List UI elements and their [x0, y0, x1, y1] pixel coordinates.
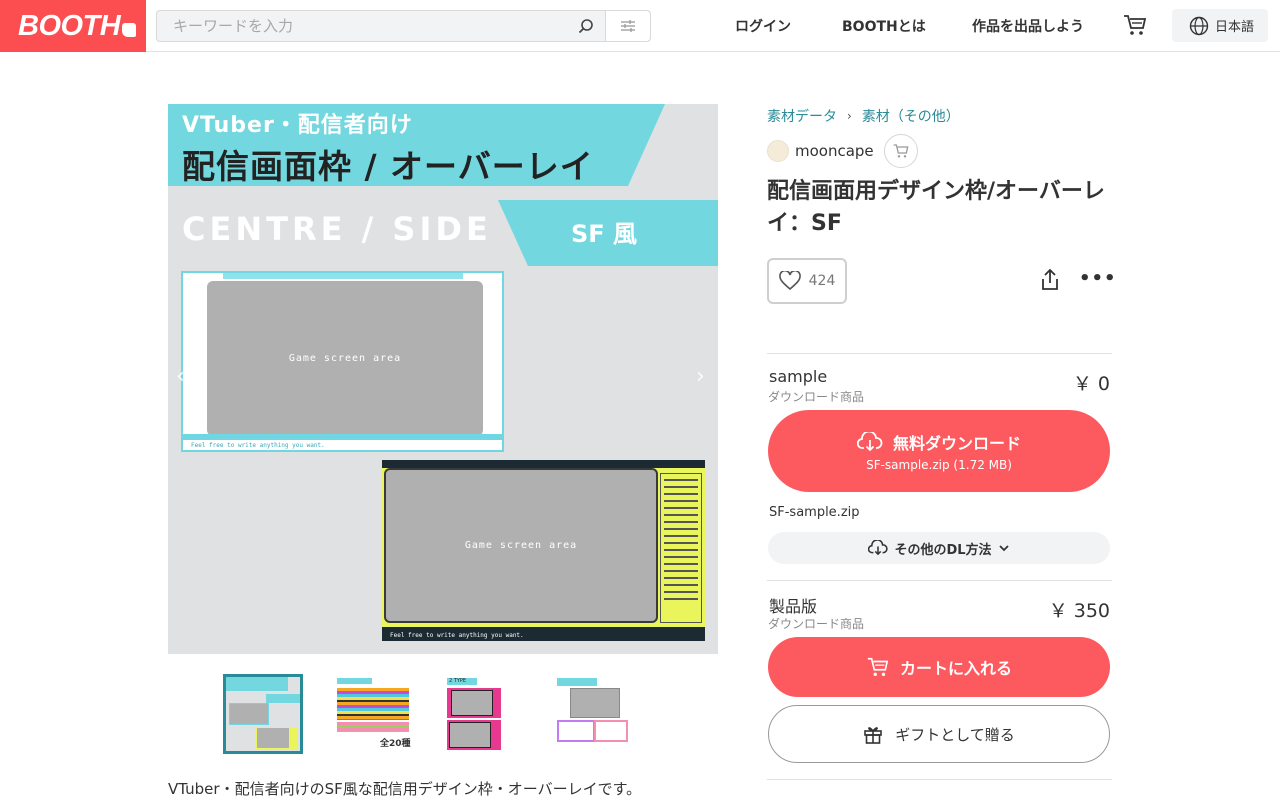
search-input[interactable] [157, 11, 567, 41]
cart-button[interactable] [1123, 13, 1147, 41]
game-area-label: Game screen area [464, 540, 578, 551]
breadcrumb: 素材データ › 素材（その他） [767, 106, 960, 126]
breadcrumb-category[interactable]: 素材データ [767, 106, 837, 126]
booth-logo[interactable]: BOOTH [0, 0, 146, 52]
cart-icon [893, 144, 909, 158]
overlay-strip [183, 434, 502, 440]
variation-type: ダウンロード商品 [768, 390, 865, 404]
filter-button[interactable] [605, 11, 650, 41]
shop-cart-button[interactable] [883, 134, 918, 168]
search-icon [578, 19, 593, 34]
game-screen-area: Game screen area [207, 281, 483, 436]
about-booth-link[interactable]: BOOTHとは [842, 16, 926, 36]
overlay-top-bar [382, 460, 705, 468]
thumbnail-type-label: 2 TYPE [447, 678, 477, 685]
variation-price: ￥ 0 [1072, 373, 1110, 395]
main-product-image[interactable]: VTuber・配信者向け 配信画面枠 / オーバーレイ CENTRE / SID… [168, 104, 718, 654]
thumbnail-2[interactable]: 全20種 [334, 674, 414, 754]
layout-text: CENTRE / SIDE [182, 210, 492, 248]
cyan-overlay-preview: Game screen area Feel free to write anyt… [181, 271, 504, 452]
divider [767, 353, 1112, 354]
variation-type: ダウンロード商品 [768, 617, 865, 631]
logo-text: BOOTH [18, 9, 121, 42]
language-label: 日本語 [1215, 20, 1255, 35]
download-file-info: SF-sample.zip (1.72 MB) [866, 458, 1012, 472]
gift-icon [864, 727, 883, 744]
other-download-methods-button[interactable]: その他のDL方法 [768, 532, 1110, 564]
variation-name: sample [769, 367, 828, 386]
yellow-overlay-preview: Game screen area Feel free to write anyt… [382, 460, 705, 641]
thumbnail-1[interactable] [223, 674, 303, 754]
banner-subtitle: VTuber・配信者向け [182, 113, 413, 138]
thumbnail-count-label: 全20種 [380, 739, 411, 749]
thumbnail-4[interactable] [554, 674, 634, 754]
prev-image-arrow[interactable]: ‹ [176, 364, 185, 389]
ellipsis-icon: ••• [1079, 268, 1117, 289]
thumbnail-3[interactable]: 2 TYPE [444, 674, 524, 754]
gift-label: ギフトとして贈る [895, 725, 1015, 744]
gift-button[interactable]: ギフトとして贈る [768, 705, 1110, 763]
share-icon [1042, 268, 1058, 290]
other-dl-label: その他のDL方法 [894, 542, 992, 558]
language-selector[interactable]: 日本語 [1172, 9, 1268, 42]
cloud-download-icon [856, 432, 883, 452]
heart-icon [778, 271, 801, 291]
product-title: 配信画面用デザイン枠/オーバーレイ：SF [767, 179, 1105, 236]
next-image-arrow[interactable]: › [696, 364, 705, 389]
sell-link[interactable]: 作品を出品しよう [972, 16, 1084, 36]
dog-icon [122, 23, 137, 37]
breadcrumb-subcategory[interactable]: 素材（その他） [862, 106, 960, 126]
login-link[interactable]: ログイン [735, 16, 791, 36]
chevron-down-icon [998, 545, 1009, 552]
like-button[interactable]: 424 [767, 258, 847, 304]
overlay-top-bar [223, 273, 463, 279]
site-header: BOOTH ログイン BOOTHとは 作品を出品しよう 日本語 [0, 0, 1280, 52]
add-to-cart-button[interactable]: カートに入れる [768, 637, 1110, 697]
search-button[interactable] [567, 11, 605, 41]
overlay-tagline: Feel free to write anything you want. [191, 442, 325, 449]
filter-icon [621, 20, 635, 32]
shop-avatar[interactable] [767, 140, 789, 162]
search-bar [156, 10, 651, 42]
cloud-download-icon [868, 540, 889, 556]
style-text: SF 風 [571, 220, 638, 248]
game-area-label: Game screen area [288, 353, 402, 364]
chat-panel [660, 473, 702, 623]
product-description: VTuber・配信者向けのSF風な配信用デザイン枠・オーバーレイです。 [168, 780, 642, 798]
shop-name-link[interactable]: mooncape [795, 142, 874, 160]
shop-info: mooncape [767, 134, 918, 168]
cart-icon [1124, 15, 1147, 35]
share-button[interactable] [1039, 268, 1061, 296]
globe-icon [1189, 16, 1209, 35]
like-count: 424 [808, 273, 836, 289]
cart-icon [867, 657, 889, 676]
more-options-button[interactable]: ••• [1079, 268, 1117, 289]
variation-price: ￥ 350 [1048, 600, 1110, 622]
game-screen-area: Game screen area [384, 468, 658, 623]
chevron-right-icon: › [847, 109, 852, 123]
overlay-tagline: Feel free to write anything you want. [390, 632, 524, 639]
free-download-button[interactable]: 無料ダウンロード SF-sample.zip (1.72 MB) [768, 410, 1110, 492]
divider [767, 779, 1112, 780]
variation-name: 製品版 [769, 597, 818, 616]
download-file-name: SF-sample.zip [769, 505, 860, 520]
banner-title: 配信画面枠 / オーバーレイ [182, 147, 594, 186]
button-label: 無料ダウンロード [892, 434, 1021, 453]
divider [767, 580, 1112, 581]
button-label: カートに入れる [899, 659, 1012, 678]
